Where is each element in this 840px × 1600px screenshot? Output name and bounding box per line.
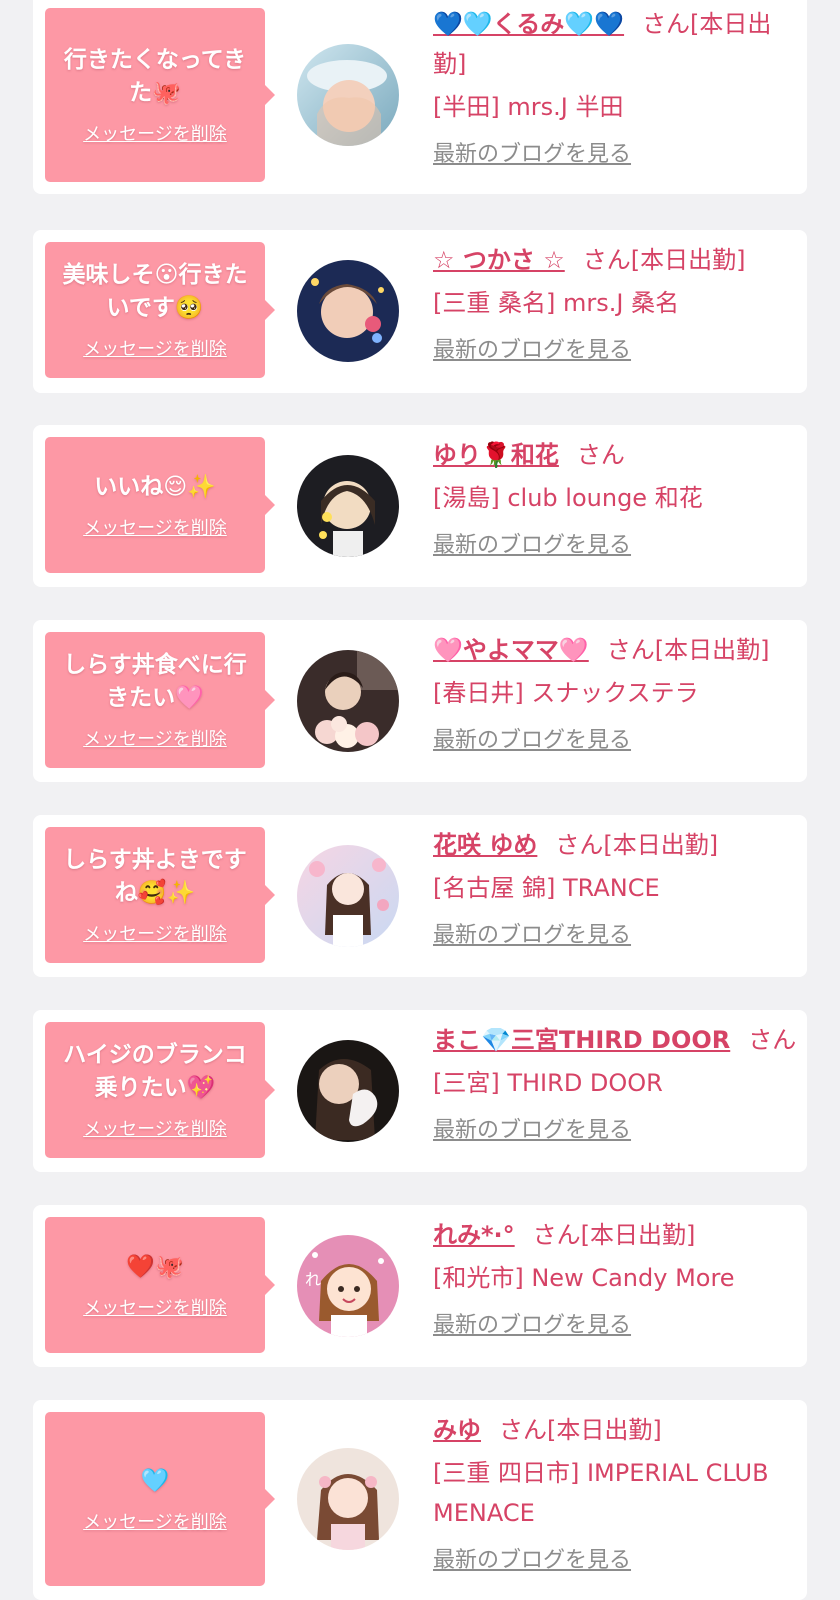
message-bubble: ハイジのブランコ乗りたい💖 メッセージを削除: [45, 1022, 275, 1158]
cast-info: みゆ さん[本日出勤] [三重 四日市] IMPERIAL CLUB MENACE…: [433, 1410, 798, 1577]
cast-status: さん[本日出勤]: [582, 246, 746, 274]
cast-status: さん[本日出勤]: [499, 1416, 662, 1444]
shop-name: [春日井] スナックステラ: [433, 679, 699, 707]
message-bubble: しらす丼食べに行きたい🩷 メッセージを削除: [45, 632, 275, 768]
cast-status: さん[本日出勤]: [532, 1221, 696, 1249]
avatar[interactable]: れ: [297, 1235, 399, 1337]
latest-blog-link[interactable]: 最新のブログを見る: [433, 1310, 798, 1342]
cast-status: さん[本日出勤]: [555, 831, 719, 859]
cast-info: まこ💎三宮THIRD DOOR さん [三宮] THIRD DOOR 最新のブログ…: [433, 1020, 798, 1147]
latest-blog-link[interactable]: 最新のブログを見る: [433, 139, 798, 171]
shop-name: [湯島] club lounge 和花: [433, 484, 703, 512]
name-line: 💙🩵くるみ🩵💙 さん[本日出勤]: [433, 4, 798, 84]
message-card: いいね😌✨ メッセージを削除 ゆり🌹和花 さん [湯島] club lounge …: [33, 425, 807, 587]
message-text: 行きたくなってきた🐙: [63, 47, 247, 106]
message-card: ハイジのブランコ乗りたい💖 メッセージを削除 まこ💎三宮THIRD DOOR さん…: [33, 1010, 807, 1172]
name-line: まこ💎三宮THIRD DOOR さん: [433, 1020, 798, 1060]
message-bubble: 行きたくなってきた🐙 メッセージを削除: [45, 8, 275, 182]
avatar[interactable]: [297, 260, 399, 362]
message-card: しらす丼食べに行きたい🩷 メッセージを削除 🩷やよママ🩷 さん[本日出勤] [春日…: [33, 620, 807, 782]
shop-name: [和光市] New Candy More: [433, 1264, 735, 1292]
cast-info: 🩷やよママ🩷 さん[本日出勤] [春日井] スナックステラ 最新のブログを見る: [433, 630, 798, 757]
message-text: ハイジのブランコ乗りたい💖: [63, 1042, 247, 1101]
cast-name-link[interactable]: ☆ つかさ ☆: [433, 246, 565, 274]
cast-name-link[interactable]: れみ*·°: [433, 1221, 515, 1249]
message-text: 🩵: [140, 1467, 170, 1494]
name-line: ☆ つかさ ☆ さん[本日出勤]: [433, 240, 798, 280]
message-text: いいね😌✨: [94, 473, 216, 500]
shop-name: [三宮] THIRD DOOR: [433, 1069, 663, 1097]
latest-blog-link[interactable]: 最新のブログを見る: [433, 335, 798, 367]
message-text: しらす丼よきですね🥰✨: [63, 847, 247, 906]
delete-message-link[interactable]: メッセージを削除: [83, 120, 227, 146]
latest-blog-link[interactable]: 最新のブログを見る: [433, 920, 798, 952]
latest-blog-link[interactable]: 最新のブログを見る: [433, 1545, 798, 1577]
cast-name-link[interactable]: 🩷やよママ🩷: [433, 636, 589, 664]
latest-blog-link[interactable]: 最新のブログを見る: [433, 725, 798, 757]
shop-name: [三重 桑名] mrs.J 桑名: [433, 289, 680, 317]
delete-message-link[interactable]: メッセージを削除: [83, 920, 227, 946]
name-line: ゆり🌹和花 さん: [433, 435, 798, 475]
delete-message-link[interactable]: メッセージを削除: [83, 1115, 227, 1141]
name-line: れみ*·° さん[本日出勤]: [433, 1215, 798, 1255]
avatar[interactable]: [297, 455, 399, 557]
cast-info: れみ*·° さん[本日出勤] [和光市] New Candy More 最新のブロ…: [433, 1215, 798, 1342]
message-bubble: 美味しそ😮行きたいです🥺 メッセージを削除: [45, 242, 275, 378]
shop-name: [名古屋 錦] TRANCE: [433, 874, 660, 902]
message-card: 美味しそ😮行きたいです🥺 メッセージを削除 ☆ つかさ ☆ さん[本日出勤] [三…: [33, 230, 807, 393]
message-bubble: いいね😌✨ メッセージを削除: [45, 437, 275, 573]
message-text: ❤️🐙: [126, 1253, 184, 1280]
latest-blog-link[interactable]: 最新のブログを見る: [433, 530, 798, 562]
cast-name-link[interactable]: ゆり🌹和花: [433, 441, 559, 469]
latest-blog-link[interactable]: 最新のブログを見る: [433, 1115, 798, 1147]
delete-message-link[interactable]: メッセージを削除: [83, 725, 227, 751]
delete-message-link[interactable]: メッセージを削除: [83, 335, 227, 361]
avatar[interactable]: [297, 845, 399, 947]
avatar[interactable]: [297, 44, 399, 146]
cast-info: 花咲 ゆめ さん[本日出勤] [名古屋 錦] TRANCE 最新のブログを見る: [433, 825, 798, 952]
message-bubble: ❤️🐙 メッセージを削除: [45, 1217, 275, 1353]
delete-message-link[interactable]: メッセージを削除: [83, 514, 227, 540]
name-line: 🩷やよママ🩷 さん[本日出勤]: [433, 630, 798, 670]
svg-text:れ: れ: [305, 1270, 321, 1289]
message-card: 🩵 メッセージを削除 みゆ さん[本日出勤] [三重 四日市] IMPERIAL …: [33, 1400, 807, 1600]
message-text: しらす丼食べに行きたい🩷: [63, 652, 247, 711]
cast-name-link[interactable]: 💙🩵くるみ🩵💙: [433, 10, 624, 38]
message-card: 行きたくなってきた🐙 メッセージを削除 💙🩵くるみ🩵💙 さん[本日出勤] [半田]…: [33, 0, 807, 194]
message-text: 美味しそ😮行きたいです🥺: [62, 262, 248, 321]
message-card: ❤️🐙 メッセージを削除 れ れみ*·° さん[本日出勤] [和光市] New C…: [33, 1205, 807, 1367]
avatar[interactable]: [297, 650, 399, 752]
avatar[interactable]: [297, 1448, 399, 1550]
cast-info: 💙🩵くるみ🩵💙 さん[本日出勤] [半田] mrs.J 半田 最新のブログを見る: [433, 4, 798, 171]
name-line: みゆ さん[本日出勤]: [433, 1410, 798, 1450]
delete-message-link[interactable]: メッセージを削除: [83, 1508, 227, 1534]
cast-name-link[interactable]: まこ💎三宮THIRD DOOR: [433, 1026, 730, 1054]
cast-name-link[interactable]: 花咲 ゆめ: [433, 831, 537, 859]
name-line: 花咲 ゆめ さん[本日出勤]: [433, 825, 798, 865]
cast-status: さん: [748, 1026, 797, 1054]
avatar[interactable]: [297, 1040, 399, 1142]
shop-name: [三重 四日市] IMPERIAL CLUB MENACE: [433, 1459, 769, 1527]
message-card: しらす丼よきですね🥰✨ メッセージを削除 花咲 ゆめ さん[本日出勤] [名古屋 …: [33, 815, 807, 977]
message-bubble: 🩵 メッセージを削除: [45, 1412, 275, 1586]
shop-name: [半田] mrs.J 半田: [433, 93, 624, 121]
cast-info: ☆ つかさ ☆ さん[本日出勤] [三重 桑名] mrs.J 桑名 最新のブログを…: [433, 240, 798, 367]
cast-status: さん: [576, 441, 625, 469]
delete-message-link[interactable]: メッセージを削除: [83, 1294, 227, 1320]
cast-status: さん[本日出勤]: [606, 636, 770, 664]
cast-info: ゆり🌹和花 さん [湯島] club lounge 和花 最新のブログを見る: [433, 435, 798, 562]
cast-name-link[interactable]: みゆ: [433, 1416, 481, 1444]
message-bubble: しらす丼よきですね🥰✨ メッセージを削除: [45, 827, 275, 963]
